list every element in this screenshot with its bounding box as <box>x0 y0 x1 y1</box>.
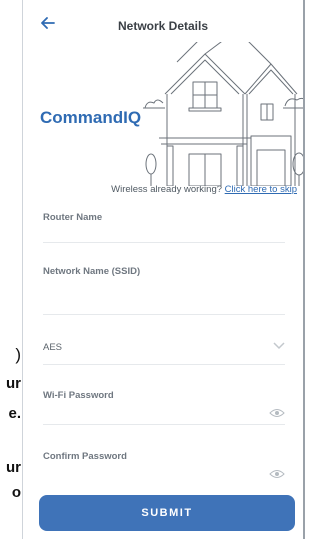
background-text-1: ) <box>15 345 21 364</box>
confirm-password-label: Confirm Password <box>43 451 127 462</box>
brand-logo: CommandIQ <box>40 108 142 127</box>
router-name-field[interactable]: Router Name <box>43 212 285 246</box>
network-name-label: Network Name (SSID) <box>43 266 141 277</box>
eye-icon[interactable] <box>269 408 285 418</box>
background-text-3: e. <box>8 405 21 422</box>
network-name-field[interactable]: Network Name (SSID) <box>43 266 285 318</box>
skip-prompt-text: Wireless already working? <box>111 184 225 195</box>
eye-icon[interactable] <box>269 469 285 479</box>
phone-screen: Network Details CommandIQ Wireless alrea… <box>22 0 305 539</box>
wifi-password-underline <box>43 424 285 425</box>
background-text-5: o <box>11 484 21 501</box>
router-name-underline <box>43 242 285 243</box>
background-text-4: ur <box>6 459 21 476</box>
skip-prompt: Wireless already working? Click here to … <box>23 184 297 195</box>
router-name-label: Router Name <box>43 212 103 223</box>
encryption-underline <box>43 364 285 365</box>
encryption-value: AES <box>43 342 63 353</box>
encryption-select[interactable]: AES <box>43 342 285 366</box>
house-illustration <box>143 42 303 186</box>
network-name-underline <box>43 314 285 315</box>
page-title: Network Details <box>117 19 209 33</box>
chevron-down-icon <box>273 342 285 350</box>
wifi-password-field[interactable]: Wi-Fi Password <box>43 390 285 426</box>
submit-button[interactable]: SUBMIT <box>39 495 295 531</box>
confirm-password-field[interactable]: Confirm Password <box>43 451 285 485</box>
wifi-password-label: Wi-Fi Password <box>43 390 114 401</box>
skip-link[interactable]: Click here to skip <box>225 184 297 195</box>
background-text-2: ur <box>6 375 21 392</box>
background-page-edge: ) ur e. ur o <box>0 0 22 539</box>
